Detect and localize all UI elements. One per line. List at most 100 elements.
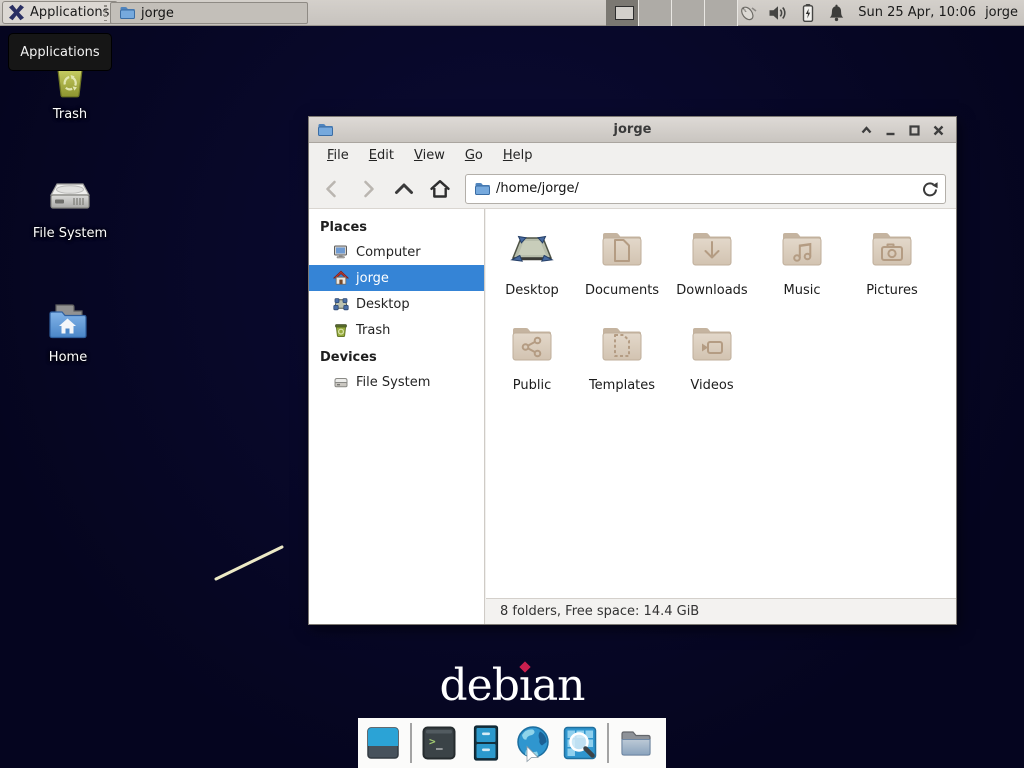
file-item-public[interactable]: Public <box>487 320 577 415</box>
file-view[interactable]: Desktop Documents <box>486 209 956 598</box>
status-bar: 8 folders, Free space: 14.4 GiB <box>486 598 956 624</box>
desktop-icon-label: Trash <box>28 107 112 122</box>
desktop: Applications jorge <box>0 0 1024 768</box>
file-item-music[interactable]: Music <box>757 225 847 320</box>
volume-icon[interactable] <box>768 3 789 23</box>
sidebar-item-label: Trash <box>356 323 390 338</box>
templates-folder-icon <box>598 320 646 368</box>
hard-drive-icon <box>46 174 94 222</box>
file-label: Desktop <box>505 283 559 298</box>
file-manager-window: jorge File Edit View Go Help <box>308 116 957 625</box>
file-item-pictures[interactable]: Pictures <box>847 225 937 320</box>
workspace-4[interactable] <box>705 0 738 26</box>
file-label: Templates <box>589 378 655 393</box>
application-finder-icon[interactable] <box>560 723 600 763</box>
menubar: File Edit View Go Help <box>309 143 956 169</box>
top-panel: Applications jorge <box>0 0 1024 26</box>
home-icon <box>333 270 349 286</box>
dock: > _ <box>358 718 666 768</box>
sidebar-item-label: Computer <box>356 245 421 260</box>
public-folder-icon <box>508 320 556 368</box>
taskbar-window-label: jorge <box>141 6 174 21</box>
panel-clock[interactable]: Sun 25 Apr, 10:06 <box>858 0 976 26</box>
desktop-icon-file-system[interactable]: File System <box>28 174 112 241</box>
battery-icon[interactable] <box>799 3 817 23</box>
status-text: 8 folders, Free space: 14.4 GiB <box>500 604 699 619</box>
file-item-documents[interactable]: Documents <box>577 225 667 320</box>
sidebar-item-label: File System <box>356 375 430 390</box>
menu-go[interactable]: Go <box>455 143 493 169</box>
sidebar-item-trash[interactable]: Trash <box>309 317 484 343</box>
show-desktop-icon[interactable] <box>363 723 403 763</box>
sidebar-item-file-system[interactable]: File System <box>309 369 484 395</box>
file-item-downloads[interactable]: Downloads <box>667 225 757 320</box>
applications-menu-label: Applications <box>30 5 109 20</box>
file-item-videos[interactable]: Videos <box>667 320 757 415</box>
menu-view[interactable]: View <box>404 143 455 169</box>
panel-username[interactable]: jorge <box>985 0 1018 26</box>
titlebar[interactable]: jorge <box>309 117 956 143</box>
file-label: Pictures <box>866 283 917 298</box>
sidebar-item-jorge[interactable]: jorge <box>309 265 484 291</box>
sidebar-item-desktop[interactable]: Desktop <box>309 291 484 317</box>
svg-text:_: _ <box>436 737 443 750</box>
desktop-icon-home[interactable]: Home <box>26 298 110 365</box>
folder-icon <box>119 5 135 21</box>
logo-i: ı <box>519 660 532 711</box>
file-item-templates[interactable]: Templates <box>577 320 667 415</box>
side-pane: Places Computer <box>309 209 485 624</box>
maximize-button[interactable] <box>907 123 922 138</box>
applications-menu-button[interactable]: Applications <box>2 1 118 24</box>
dock-separator <box>410 723 412 763</box>
sidebar-item-computer[interactable]: Computer <box>309 239 484 265</box>
desktop-icon-label: File System <box>28 226 112 241</box>
panel-handle[interactable] <box>104 5 107 21</box>
desktop-icon <box>508 225 556 273</box>
sidebar-item-label: Desktop <box>356 297 410 312</box>
toolbar <box>309 169 956 209</box>
back-button[interactable] <box>317 175 347 203</box>
window-main: Places Computer <box>309 209 956 624</box>
minimize-button[interactable] <box>883 123 898 138</box>
devices-header: Devices <box>309 347 484 369</box>
desktop-icon <box>333 296 349 312</box>
logo-text: deb <box>439 660 518 711</box>
desktop-icon-label: Home <box>26 350 110 365</box>
system-tray <box>736 0 846 26</box>
taskbar-window-button[interactable]: jorge <box>110 2 308 24</box>
file-label: Public <box>513 378 551 393</box>
path-input[interactable] <box>496 181 915 196</box>
notifications-bell-icon[interactable] <box>827 3 846 23</box>
home-button[interactable] <box>425 175 455 203</box>
folder-grid: Desktop Documents <box>487 225 937 415</box>
menu-edit[interactable]: Edit <box>359 143 404 169</box>
dock-separator <box>607 723 609 763</box>
up-button[interactable] <box>389 175 419 203</box>
workspace-1[interactable] <box>606 0 639 26</box>
computer-icon <box>333 244 349 260</box>
workspace-3[interactable] <box>672 0 705 26</box>
places-header: Places <box>309 217 484 239</box>
forward-button[interactable] <box>353 175 383 203</box>
trash-icon <box>333 322 349 338</box>
downloads-folder-icon <box>688 225 736 273</box>
web-browser-icon[interactable] <box>513 723 553 763</box>
menu-help[interactable]: Help <box>493 143 543 169</box>
pointer-trail <box>210 540 292 586</box>
file-cabinet-icon[interactable] <box>466 723 506 763</box>
terminal-icon[interactable]: > _ <box>419 723 459 763</box>
menu-file[interactable]: File <box>317 143 359 169</box>
documents-folder-icon <box>598 225 646 273</box>
file-item-desktop[interactable]: Desktop <box>487 225 577 320</box>
xfce-x-icon <box>8 4 25 21</box>
close-button[interactable] <box>931 123 946 138</box>
mouse-icon[interactable] <box>736 2 758 24</box>
reload-icon[interactable] <box>921 180 939 198</box>
workspace-2[interactable] <box>639 0 672 26</box>
folder-icon <box>474 181 490 197</box>
workspace-switcher <box>606 0 738 26</box>
shade-button[interactable] <box>859 123 874 138</box>
music-folder-icon <box>778 225 826 273</box>
path-bar[interactable] <box>465 174 946 204</box>
file-manager-folder-icon[interactable] <box>616 723 656 763</box>
